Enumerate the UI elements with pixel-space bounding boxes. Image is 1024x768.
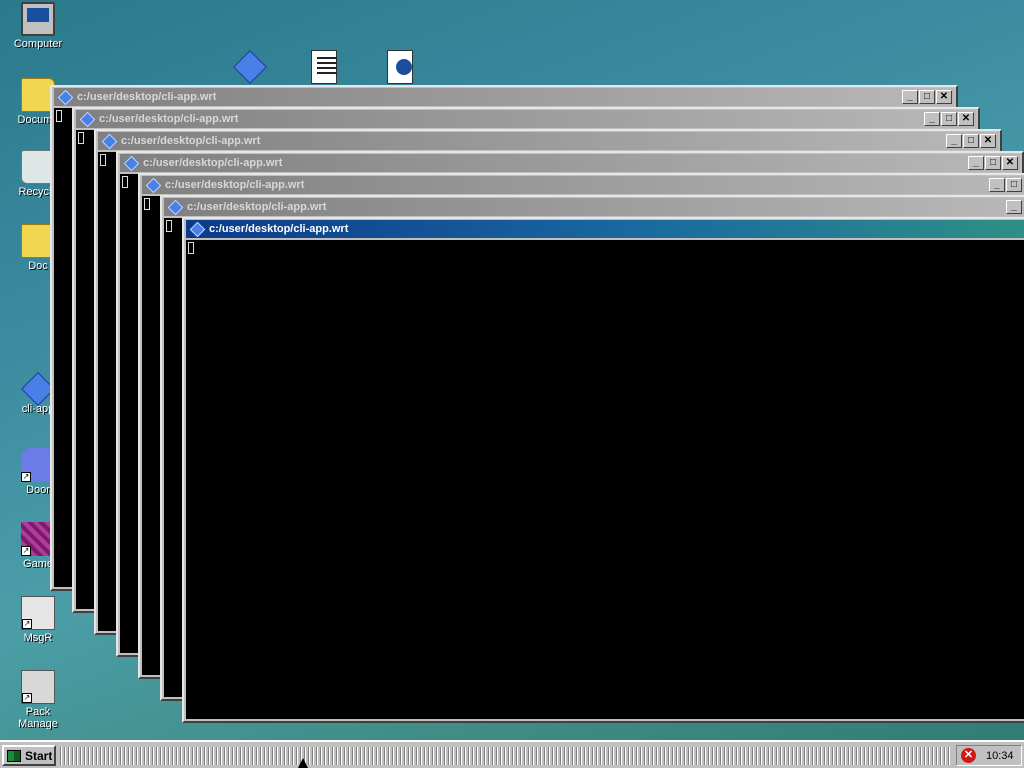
app-diamond-icon — [57, 89, 74, 105]
text-cursor — [56, 110, 62, 122]
start-button[interactable]: Start — [2, 745, 56, 766]
close-button[interactable]: ✕ — [1002, 156, 1018, 170]
close-button[interactable]: ✕ — [958, 112, 974, 126]
app-diamond-icon — [79, 111, 96, 127]
text-cursor — [100, 154, 106, 166]
app-diamond-icon — [123, 155, 140, 171]
text-cursor — [188, 242, 194, 254]
start-logo-icon — [7, 749, 21, 762]
shortcut-arrow-icon: ↗ — [22, 693, 32, 703]
minimize-button[interactable]: _ — [946, 134, 962, 148]
desktop-icon-msgr[interactable]: ↗ MsgR — [0, 596, 76, 644]
close-button[interactable]: ✕ — [980, 134, 996, 148]
maximize-button[interactable]: □ — [941, 112, 957, 126]
text-cursor — [166, 220, 172, 232]
minimize-button[interactable]: _ — [989, 178, 1005, 192]
system-tray: ✕ 10:34 — [956, 745, 1022, 766]
desktop-icon-label: Pack Manage — [18, 706, 58, 730]
web-document-icon — [387, 50, 413, 84]
maximize-button[interactable]: □ — [963, 134, 979, 148]
desktop-icon-text-document[interactable] — [286, 50, 362, 86]
window-title: c:/user/desktop/cli-app.wrt — [209, 223, 349, 235]
desktop-icon-computer[interactable]: Computer — [0, 2, 76, 50]
shortcut-arrow-icon: ↗ — [21, 546, 31, 556]
desktop-icon-package-manager[interactable]: ↗ Pack Manage — [0, 670, 76, 730]
taskbar-window-list[interactable] — [60, 747, 952, 765]
app-diamond-icon — [101, 133, 118, 149]
window-titlebar[interactable]: c:/user/desktop/cli-app.wrt _ □ ✕ — [76, 110, 976, 128]
window-title: c:/user/desktop/cli-app.wrt — [165, 179, 305, 191]
package-manager-icon: ↗ — [21, 670, 55, 704]
text-cursor — [144, 198, 150, 210]
window-titlebar[interactable]: c:/user/desktop/cli-app.wrt _ □ ✕ — [120, 154, 1020, 172]
shortcut-arrow-icon: ↗ — [22, 619, 32, 629]
app-diamond-icon — [167, 199, 184, 215]
window-titlebar[interactable]: c:/user/desktop/cli-app.wrt _ — [164, 198, 1024, 216]
window-titlebar[interactable]: c:/user/desktop/cli-app.wrt — [186, 220, 1024, 238]
mouse-pointer-icon — [298, 758, 308, 768]
app-diamond-icon — [189, 221, 206, 237]
maximize-button[interactable]: □ — [985, 156, 1001, 170]
close-button[interactable]: ✕ — [936, 90, 952, 104]
window-title: c:/user/desktop/cli-app.wrt — [121, 135, 261, 147]
minimize-button[interactable]: _ — [968, 156, 984, 170]
desktop-icon-diamond-app[interactable] — [212, 50, 288, 84]
computer-icon — [21, 2, 55, 36]
text-cursor — [122, 176, 128, 188]
taskbar: Start ✕ 10:34 — [0, 740, 1024, 768]
message-reader-icon: ↗ — [21, 596, 55, 630]
window-titlebar[interactable]: c:/user/desktop/cli-app.wrt _ □ ✕ — [54, 88, 954, 106]
text-cursor — [78, 132, 84, 144]
maximize-button[interactable]: □ — [919, 90, 935, 104]
window-titlebar[interactable]: c:/user/desktop/cli-app.wrt _ □ ✕ — [98, 132, 998, 150]
shortcut-arrow-icon: ↗ — [21, 472, 31, 482]
window-titlebar[interactable]: c:/user/desktop/cli-app.wrt _ □ — [142, 176, 1024, 194]
desktop-icon-label: MsgR — [23, 632, 53, 644]
window-title: c:/user/desktop/cli-app.wrt — [143, 157, 283, 169]
minimize-button[interactable]: _ — [902, 90, 918, 104]
diamond-app-icon — [233, 50, 267, 84]
desktop-icon-label: Computer — [13, 38, 63, 50]
window-title: c:/user/desktop/cli-app.wrt — [77, 91, 217, 103]
desktop-icon-web-document[interactable] — [362, 50, 438, 86]
minimize-button[interactable]: _ — [1006, 200, 1022, 214]
window-title: c:/user/desktop/cli-app.wrt — [99, 113, 239, 125]
start-label: Start — [25, 748, 53, 763]
error-icon[interactable]: ✕ — [961, 748, 976, 763]
terminal-area[interactable] — [186, 240, 1024, 719]
window-title: c:/user/desktop/cli-app.wrt — [187, 201, 327, 213]
maximize-button[interactable]: □ — [1006, 178, 1022, 192]
clock[interactable]: 10:34 — [986, 750, 1014, 762]
app-diamond-icon — [145, 177, 162, 193]
terminal-window-active[interactable]: c:/user/desktop/cli-app.wrt — [182, 217, 1024, 723]
text-document-icon — [311, 50, 337, 84]
minimize-button[interactable]: _ — [924, 112, 940, 126]
